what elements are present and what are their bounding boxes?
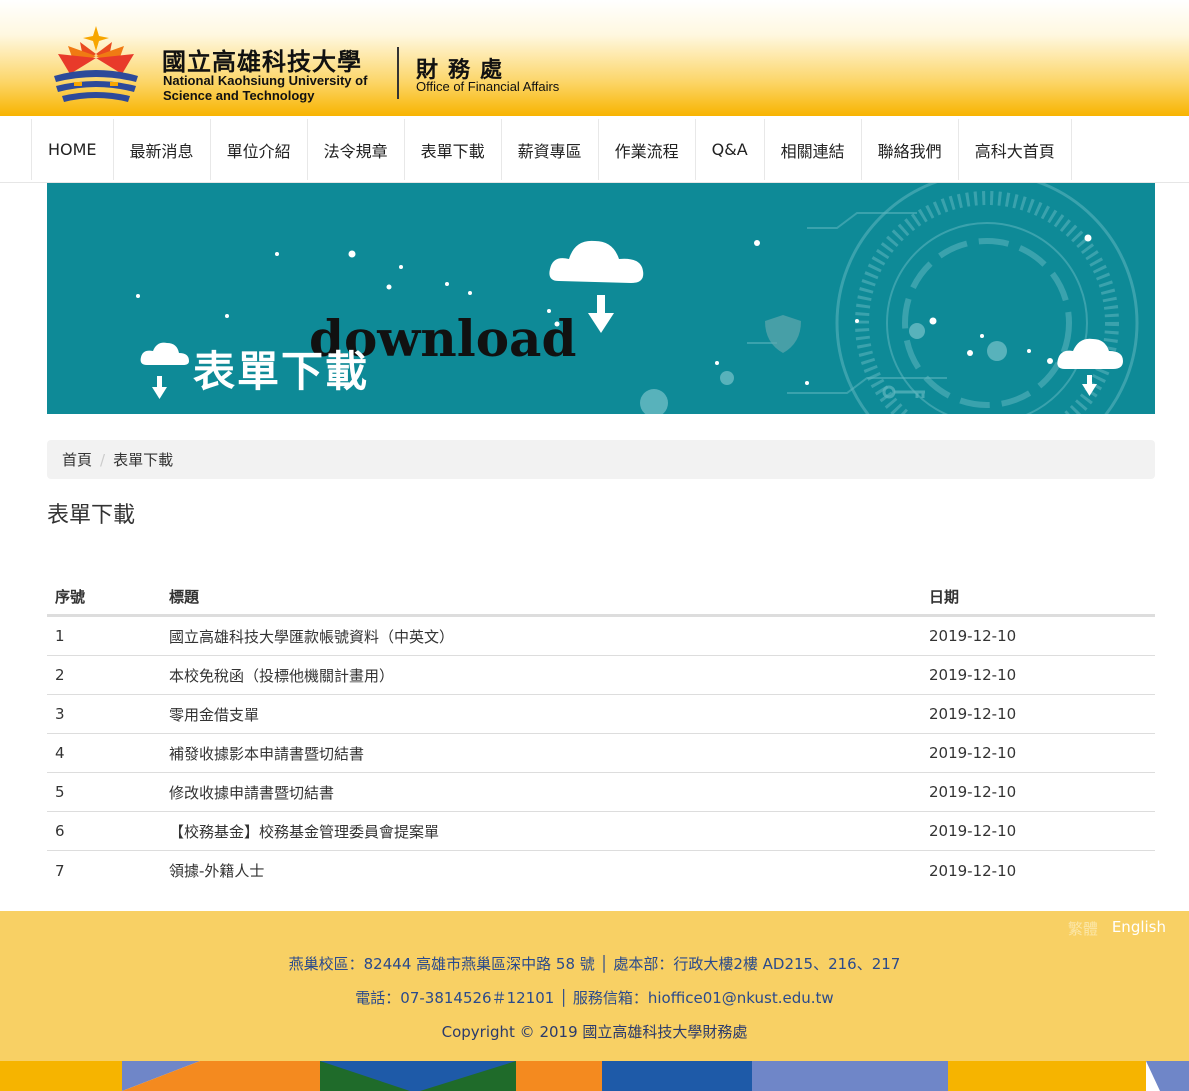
lang-english[interactable]: English [1112,918,1166,939]
nav-items: HOME 最新消息 單位介紹 法令規章 表單下載 薪資專區 作業流程 Q&A 相… [31,119,1072,180]
nav-item-regulations[interactable]: 法令規章 [306,119,404,180]
nav-item-about[interactable]: 單位介紹 [209,119,307,180]
nav-item-home[interactable]: HOME [31,119,113,180]
forms-table: 序號 標題 日期 1 國立高雄科技大學匯款帳號資料（中英文） 2019-12-1… [47,578,1155,890]
main-nav: HOME 最新消息 單位介紹 法令規章 表單下載 薪資專區 作業流程 Q&A 相… [0,116,1189,183]
shield-icon [765,315,801,353]
row-title-link[interactable]: 零用金借支單 [161,704,921,725]
office-name-en: Office of Financial Affairs [416,79,560,94]
row-title-link[interactable]: 補發收據影本申請書暨切結書 [161,743,921,764]
school-name-en-line1: National Kaohsiung University of [163,73,368,88]
row-no: 6 [55,822,65,840]
column-header-no[interactable]: 序號 [47,586,161,607]
row-no: 3 [55,705,65,723]
row-title-link[interactable]: 國立高雄科技大學匯款帳號資料（中英文） [161,626,921,647]
row-title-link[interactable]: 領據-外籍人士 [161,860,921,881]
table-header: 序號 標題 日期 [47,578,1155,617]
column-header-date[interactable]: 日期 [921,586,1155,607]
breadcrumb-home[interactable]: 首頁 [62,449,92,470]
row-title-link[interactable]: 【校務基金】校務基金管理委員會提案單 [161,821,921,842]
table-row: 7 領據-外籍人士 2019-12-10 [47,851,1155,890]
table-row: 6 【校務基金】校務基金管理委員會提案單 2019-12-10 [47,812,1155,851]
breadcrumb-current: 表單下載 [113,451,174,469]
column-header-title[interactable]: 標題 [161,586,921,607]
table-row: 4 補發收據影本申請書暨切結書 2019-12-10 [47,734,1155,773]
site-footer: 繁體 English 燕巢校區：82444 高雄市燕巢區深中路 58 號 │ 處… [0,911,1189,1061]
nav-item-news[interactable]: 最新消息 [112,119,210,180]
nav-item-salary[interactable]: 薪資專區 [500,119,598,180]
nav-item-forms[interactable]: 表單下載 [403,119,501,180]
row-no: 2 [55,666,65,684]
footer-contact: 電話：07-3814526＃12101 │ 服務信箱：hioffice01@nk… [355,989,834,1007]
row-date: 2019-12-10 [929,666,1017,684]
table-row: 5 修改收據申請書暨切結書 2019-12-10 [47,773,1155,812]
page-title: 表單下載 [47,503,136,528]
site-header: 國立高雄科技大學 National Kaohsiung University o… [0,0,1189,116]
row-date: 2019-12-10 [929,783,1017,801]
footer-address: 燕巢校區：82444 高雄市燕巢區深中路 58 號 │ 處本部：行政大樓2樓 A… [288,955,901,973]
school-logo-icon[interactable] [50,24,142,106]
row-no: 5 [55,783,65,801]
row-date: 2019-12-10 [929,744,1017,762]
lang-traditional-chinese[interactable]: 繁體 [1068,918,1098,939]
footer-decor-stripe [0,1061,1189,1091]
table-row: 2 本校免稅函（投標他機關計畫用） 2019-12-10 [47,656,1155,695]
header-divider [397,47,399,99]
nav-item-nkust-home[interactable]: 高科大首頁 [957,119,1072,180]
row-no: 7 [55,861,65,880]
school-name-cn: 國立高雄科技大學 [162,48,362,76]
footer-copyright: Copyright © 2019 國立高雄科技大學財務處 [441,1023,748,1041]
row-no: 1 [55,627,65,645]
row-date: 2019-12-10 [929,627,1017,645]
row-title-link[interactable]: 修改收據申請書暨切結書 [161,782,921,803]
row-no: 4 [55,744,65,762]
school-name-en-line2: Science and Technology [163,88,315,103]
table-row: 3 零用金借支單 2019-12-10 [47,695,1155,734]
table-row: 1 國立高雄科技大學匯款帳號資料（中英文） 2019-12-10 [47,617,1155,656]
nav-item-qa[interactable]: Q&A [694,119,764,180]
row-title-link[interactable]: 本校免稅函（投標他機關計畫用） [161,665,921,686]
nav-item-links[interactable]: 相關連結 [763,119,861,180]
nav-item-procedures[interactable]: 作業流程 [597,119,695,180]
page-banner: download 表單下載 [47,183,1155,414]
row-date: 2019-12-10 [929,861,1017,880]
language-switcher: 繁體 English [1068,918,1166,939]
row-date: 2019-12-10 [929,705,1017,723]
breadcrumb-separator: / [100,450,106,469]
row-date: 2019-12-10 [929,822,1017,840]
nav-item-contact[interactable]: 聯絡我們 [860,119,958,180]
breadcrumb: 首頁 / 表單下載 [47,440,1155,479]
banner-title: 表單下載 [193,347,370,396]
